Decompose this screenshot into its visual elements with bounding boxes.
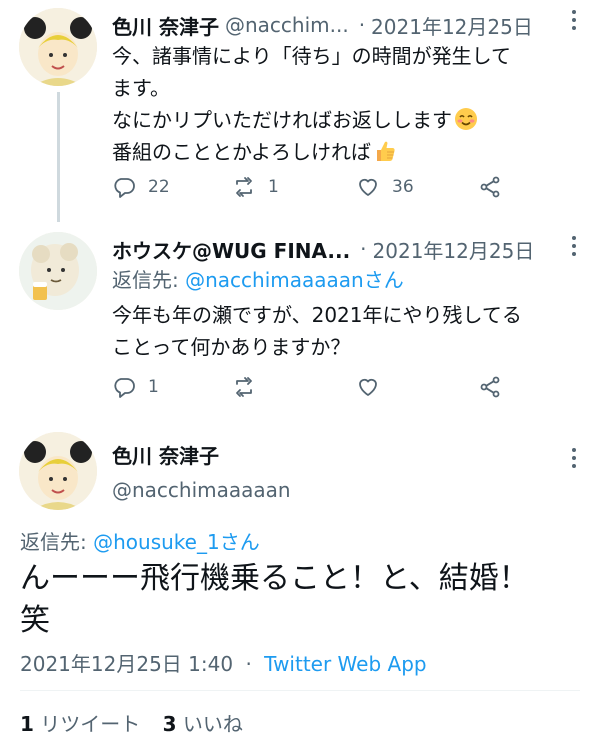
thread-line — [57, 92, 60, 222]
reply-suffix: さん — [363, 268, 404, 292]
retweet-icon — [236, 377, 252, 397]
reply-context: 返信先: @housuke_1さん — [20, 526, 260, 555]
tweet-header: ホウスケ@WUG FINA... · 2021年12月25日 — [112, 234, 534, 264]
user-handle[interactable]: @nacchim... — [225, 13, 349, 37]
like-button[interactable] — [356, 372, 380, 402]
tweet-text-line: 今年も年の瀬ですが、2021年にやり残してる — [112, 303, 522, 327]
retweet-icon — [236, 177, 252, 197]
like-stat[interactable]: 3 いいね — [163, 712, 243, 736]
tweet-actions: 22 1 36 — [112, 172, 512, 202]
tweet-date[interactable]: 2021年12月25日 — [371, 11, 533, 40]
tweet-text: 今、諸事情により「待ち」の時間が発生して ます。 なにかリプいただければお返しし… — [112, 40, 582, 168]
reply-button[interactable]: 1 — [112, 372, 159, 402]
tweet-text: んーーー飛行機乗ること！と、結婚！ 笑 — [20, 558, 580, 642]
tweet-1[interactable]: 色川 奈津子 @nacchim... · 2021年12月25日 今、諸事情によ… — [0, 0, 600, 222]
tweet-text-line: ことって何かありますか？ — [112, 335, 351, 359]
more-icon[interactable] — [570, 448, 578, 468]
like-button[interactable]: 36 — [356, 172, 414, 202]
tweet-text-line: 今、諸事情により「待ち」の時間が発生して — [112, 44, 511, 68]
tweet-header: 色川 奈津子 @nacchim... · 2021年12月25日 — [112, 10, 533, 40]
main-tweet: 色川 奈津子 @nacchimaaaaan 返信先: @housuke_1さん … — [0, 422, 600, 746]
tweet-text-span: なにかリプいただければお返しします — [112, 108, 452, 132]
retweet-stat[interactable]: 1 リツイート — [20, 712, 140, 736]
reply-button[interactable]: 22 — [112, 172, 170, 202]
engagement-stats: 1 リツイート 3 いいね — [20, 708, 243, 737]
retweet-count: 1 — [268, 177, 279, 197]
share-icon — [480, 376, 500, 398]
reply-count: 22 — [148, 177, 170, 197]
retweet-button[interactable] — [232, 372, 256, 402]
reply-context: 返信先: @nacchimaaaaanさん — [112, 264, 582, 296]
tweet-2[interactable]: ホウスケ@WUG FINA... · 2021年12月25日 返信先: @nac… — [0, 222, 600, 422]
share-button[interactable] — [478, 172, 502, 202]
separator-dot: · — [245, 652, 252, 676]
display-name[interactable]: 色川 奈津子 — [112, 440, 219, 469]
like-stat-count: 3 — [162, 712, 177, 736]
retweet-stat-count: 1 — [20, 712, 34, 736]
reply-label: 返信先: — [20, 530, 94, 554]
display-name[interactable]: ホウスケ@WUG FINA... — [112, 235, 350, 264]
like-stat-label: いいね — [182, 712, 243, 736]
like-icon — [359, 378, 377, 396]
retweet-button[interactable]: 1 — [232, 172, 279, 202]
tweet-text-line: 番組のこととかよろしければ — [112, 136, 582, 168]
avatar-image — [19, 232, 97, 310]
reply-handle-link[interactable]: @housuke_1 — [93, 530, 220, 554]
reply-suffix: さん — [219, 530, 260, 554]
like-count: 36 — [392, 177, 414, 197]
tweet-text-line: なにかリプいただければお返しします — [112, 104, 582, 136]
divider — [20, 690, 580, 691]
reply-label: 返信先: — [112, 268, 186, 292]
avatar-image — [19, 432, 97, 510]
tweet-actions: 1 — [112, 372, 512, 402]
tweet-text-line: 笑 — [20, 603, 50, 638]
user-handle[interactable]: @nacchimaaaaan — [112, 478, 291, 502]
like-icon — [359, 178, 377, 196]
tweet-text-line: んーーー飛行機乗ること！と、結婚！ — [20, 561, 529, 596]
thumbs-up-emoji — [377, 141, 395, 161]
display-name[interactable]: 色川 奈津子 — [112, 11, 219, 40]
retweet-stat-label: リツイート — [40, 712, 141, 736]
avatar-image — [19, 8, 97, 86]
timestamp[interactable]: 2021年12月25日 1:40 — [20, 652, 233, 676]
separator-dot: · — [360, 237, 367, 261]
tweet-text: 返信先: @nacchimaaaaanさん 今年も年の瀬ですが、2021年にやり… — [112, 264, 582, 363]
source-link[interactable]: Twitter Web App — [264, 652, 426, 676]
reply-count: 1 — [148, 377, 159, 397]
avatar[interactable] — [19, 432, 97, 510]
smiling-face-emoji — [455, 108, 477, 130]
tweet-text-line: ます。 — [112, 76, 170, 100]
more-icon[interactable] — [570, 10, 578, 30]
tweet-meta: 2021年12月25日 1:40 · Twitter Web App — [20, 648, 427, 677]
avatar[interactable] — [19, 8, 97, 86]
reply-icon — [114, 378, 135, 398]
avatar[interactable] — [19, 232, 97, 310]
separator-dot: · — [358, 13, 366, 37]
tweet-date[interactable]: 2021年12月25日 — [373, 235, 535, 264]
share-icon — [480, 176, 500, 198]
reply-handle-link[interactable]: @nacchimaaaaan — [185, 268, 364, 292]
more-icon[interactable] — [570, 236, 578, 256]
reply-icon — [114, 178, 135, 198]
share-button[interactable] — [478, 372, 502, 402]
tweet-text-span: 番組のこととかよろしければ — [112, 140, 371, 164]
